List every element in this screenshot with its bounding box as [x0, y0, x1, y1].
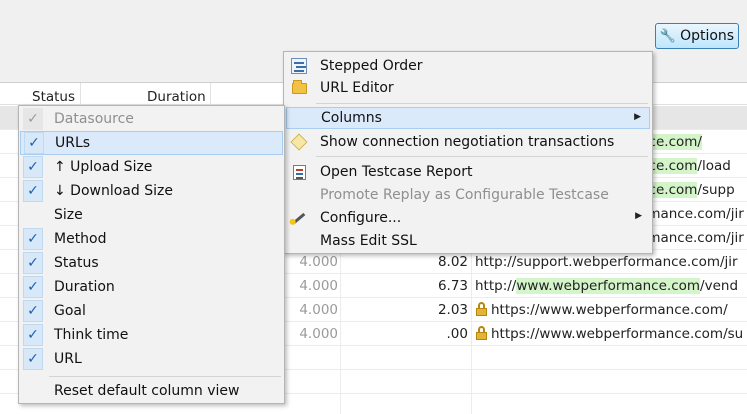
checkmark-icon: ✓: [23, 300, 43, 322]
reset-column-view[interactable]: Reset default column view: [20, 379, 283, 403]
column-toggle-status[interactable]: ✓ Status: [20, 251, 283, 275]
checkmark-icon: ✓: [23, 276, 43, 298]
duration-cell: .00: [446, 326, 468, 342]
column-toggle-upload-size[interactable]: ✓ ↑ Upload Size: [20, 155, 283, 179]
columns-menu: ✓ Datasource ✓ URLs ✓ ↑ Upload Size ✓ ↓ …: [18, 105, 285, 404]
lock-icon: [475, 302, 488, 316]
checkmark-icon: ✓: [23, 348, 43, 370]
menu-item-url-editor[interactable]: URL Editor: [286, 77, 650, 99]
report-icon: [292, 164, 306, 180]
menu-item-configure[interactable]: Configure... ▶: [286, 207, 650, 229]
url-cell: https://www.webperformance.com/: [475, 302, 728, 318]
menu-item-stepped-order[interactable]: Stepped Order: [286, 55, 650, 77]
checkmark-icon: ✓: [23, 108, 43, 130]
menu-item-columns[interactable]: Columns ▶: [286, 107, 650, 129]
column-toggle-duration[interactable]: ✓ Duration: [20, 275, 283, 299]
checkmark-icon: ✓: [23, 180, 43, 202]
duration-cell: 8.02: [437, 254, 468, 270]
menu-item-mass-edit-ssl[interactable]: Mass Edit SSL: [286, 230, 650, 252]
checkmark-icon: ✓: [24, 132, 44, 154]
column-toggle-think-time[interactable]: ✓ Think time: [20, 323, 283, 347]
submenu-arrow-icon: ▶: [635, 211, 642, 221]
column-header-status[interactable]: Status: [32, 89, 75, 105]
column-toggle-size[interactable]: Size: [20, 203, 283, 227]
folder-icon: [291, 79, 307, 94]
goal-cell: 4.000: [299, 254, 338, 270]
lock-icon: [475, 326, 488, 340]
goal-cell: 4.000: [299, 278, 338, 294]
checkmark-icon: ✓: [23, 228, 43, 250]
wrench-icon: 🔧: [659, 28, 677, 44]
plug-icon: [290, 133, 308, 151]
duration-cell: 6.73: [437, 278, 468, 294]
column-toggle-download-size[interactable]: ✓ ↓ Download Size: [20, 179, 283, 203]
url-cell: http://support.webperformance.com/jir: [475, 254, 738, 270]
column-toggle-datasource: ✓ Datasource: [20, 107, 283, 131]
checkmark-icon: ✓: [23, 156, 43, 178]
goal-cell: 4.000: [299, 326, 338, 342]
checkmark-icon: ✓: [23, 324, 43, 346]
column-toggle-goal[interactable]: ✓ Goal: [20, 299, 283, 323]
options-button[interactable]: 🔧 Options: [655, 23, 739, 49]
submenu-arrow-icon: ▶: [634, 112, 641, 122]
column-toggle-method[interactable]: ✓ Method: [20, 227, 283, 251]
duration-cell: 2.03: [437, 302, 468, 318]
url-cell: http://www.webperformance.com/vend: [475, 278, 739, 294]
options-button-label: Options: [680, 28, 735, 44]
column-header-duration[interactable]: Duration: [147, 89, 206, 105]
menu-item-promote-replay: Promote Replay as Configurable Testcase: [320, 187, 609, 203]
wand-icon: [292, 212, 306, 224]
url-cell: https://www.webperformance.com/su: [475, 326, 743, 342]
options-menu: Stepped Order URL Editor Columns ▶ Show …: [283, 51, 653, 254]
column-toggle-url[interactable]: ✓ URL: [20, 347, 283, 371]
stepped-order-icon: [291, 58, 307, 74]
column-toggle-urls[interactable]: ✓ URLs: [20, 131, 283, 155]
checkmark-icon: ✓: [23, 252, 43, 274]
goal-cell: 4.000: [299, 302, 338, 318]
menu-item-open-testcase-report[interactable]: Open Testcase Report: [286, 161, 650, 183]
menu-item-show-connection-negotiation[interactable]: Show connection negotiation transactions: [286, 131, 650, 153]
